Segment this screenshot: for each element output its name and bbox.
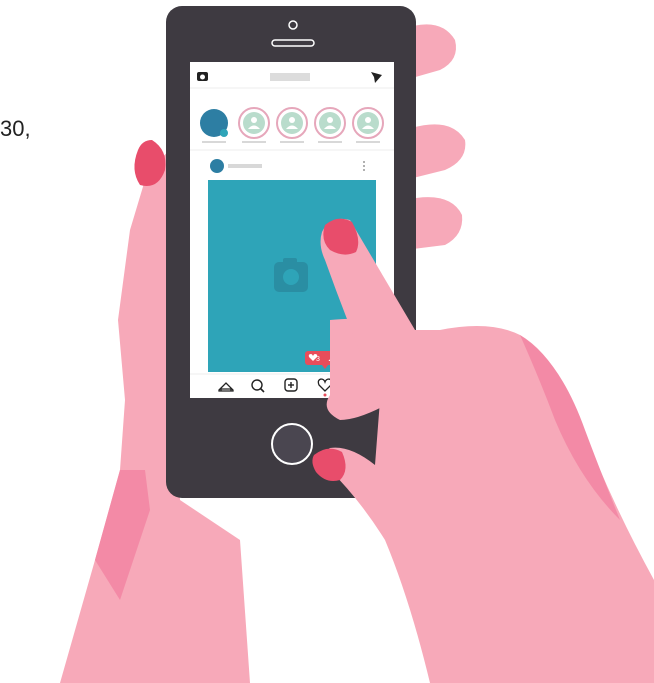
story-avatar[interactable] [314,107,346,139]
camera-icon [274,258,308,292]
post-avatar[interactable] [210,159,224,173]
post-username-placeholder [228,164,262,168]
story-avatar[interactable] [238,107,270,139]
home-button[interactable] [271,423,313,465]
story-avatar[interactable] [276,107,308,139]
app-logo-placeholder [270,73,310,81]
camera-icon[interactable] [197,72,208,81]
likes-count: 3 [316,356,320,363]
phone-illustration: 3 1 [60,6,654,683]
more-options-icon[interactable] [363,161,365,171]
story-avatar[interactable] [352,107,384,139]
